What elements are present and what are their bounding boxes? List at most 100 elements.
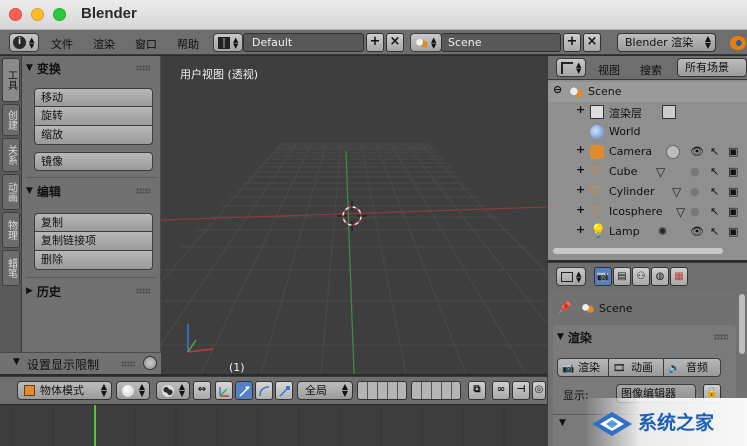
maximize-window-button[interactable] bbox=[53, 8, 66, 21]
outliner-row-camera[interactable]: + Camera 👁 ↖ ▣ bbox=[548, 142, 747, 162]
tab-tools[interactable]: 工具 bbox=[2, 58, 20, 102]
add-screen-button[interactable]: + bbox=[366, 33, 384, 52]
outliner-editor-type-button[interactable]: ▲ ▼ bbox=[556, 58, 586, 77]
outliner-row-icosphere[interactable]: + ▽ Icosphere ▽ ● ↖ ▣ bbox=[548, 202, 747, 222]
grip-icon[interactable] bbox=[136, 65, 150, 71]
transform-orientation-dropdown[interactable]: 全局 ▲ ▼ bbox=[297, 381, 353, 400]
tab-physics[interactable]: 物理 bbox=[2, 212, 20, 248]
minimize-window-button[interactable] bbox=[31, 8, 44, 21]
expand-icon[interactable]: + bbox=[576, 104, 586, 115]
render-context-icon[interactable]: 📷 bbox=[594, 267, 612, 286]
render-engine-dropdown[interactable]: Blender 渲染 ▲ ▼ bbox=[617, 33, 716, 52]
translate-manipulator-icon[interactable] bbox=[235, 381, 253, 400]
scene-field[interactable]: Scene bbox=[441, 33, 561, 52]
render-animation-button[interactable]: 🎞 动画 bbox=[609, 358, 664, 377]
snap-icon[interactable]: ∞ bbox=[492, 381, 510, 400]
expand-icon[interactable]: + bbox=[576, 224, 586, 235]
proportional-edit-icon[interactable]: ◎ bbox=[532, 381, 546, 400]
expand-icon[interactable]: + bbox=[576, 204, 586, 215]
outliner-row-world[interactable]: World bbox=[548, 122, 747, 142]
layer-buttons-group-1[interactable] bbox=[357, 381, 407, 400]
render-camera-icon[interactable]: ▣ bbox=[728, 185, 738, 198]
shading-dropdown[interactable]: ▲ ▼ bbox=[116, 381, 150, 400]
tab-animation[interactable]: 动画 bbox=[2, 174, 20, 210]
menu-window[interactable]: 窗口 bbox=[135, 36, 157, 52]
edit-panel-header[interactable]: ▼ 编辑 bbox=[26, 182, 61, 200]
eye-icon[interactable]: 👁 bbox=[690, 145, 704, 158]
cursor-select-icon[interactable]: ↖ bbox=[710, 205, 719, 218]
eye-icon[interactable]: ● bbox=[690, 165, 700, 178]
render-audio-button[interactable]: 🔊 音频 bbox=[664, 358, 721, 377]
timeline-area[interactable] bbox=[0, 404, 547, 446]
remove-screen-button[interactable]: × bbox=[386, 33, 404, 52]
panel-toggle-button[interactable] bbox=[143, 356, 157, 370]
render-layers-context-icon[interactable]: ▤ bbox=[613, 267, 631, 286]
render-still-button[interactable]: 📷 渲染 bbox=[557, 358, 609, 377]
remove-scene-button[interactable]: × bbox=[583, 33, 601, 52]
mirror-button[interactable]: 镜像 bbox=[34, 152, 153, 171]
render-camera-icon[interactable]: ▣ bbox=[728, 165, 738, 178]
eye-icon[interactable]: ● bbox=[690, 205, 700, 218]
properties-editor-type-button[interactable]: ▲ ▼ bbox=[556, 267, 586, 286]
manipulator-toggle-button[interactable]: ⇔ bbox=[193, 381, 211, 400]
3d-viewport[interactable]: 用户视图 (透视) (1) bbox=[161, 56, 547, 374]
scene-menu[interactable]: ▲ ▼ bbox=[410, 33, 442, 52]
outliner-horizontal-scrollbar[interactable] bbox=[553, 248, 723, 254]
render-camera-icon[interactable]: ▣ bbox=[728, 225, 738, 238]
tab-relations[interactable]: 关系 bbox=[2, 138, 20, 172]
cursor-select-icon[interactable]: ↖ bbox=[710, 185, 719, 198]
grip-icon[interactable] bbox=[121, 361, 135, 367]
rotate-button[interactable]: 旋转 bbox=[34, 107, 153, 126]
transform-panel-header[interactable]: ▼ 变换 bbox=[26, 59, 61, 77]
properties-scrollbar[interactable] bbox=[739, 294, 745, 354]
render-camera-icon[interactable]: ▣ bbox=[728, 145, 738, 158]
close-window-button[interactable] bbox=[9, 8, 22, 21]
outliner-search-menu[interactable]: 搜索 bbox=[640, 62, 662, 78]
layer-buttons-group-2[interactable] bbox=[411, 381, 461, 400]
tab-create[interactable]: 创建 bbox=[2, 104, 20, 136]
duplicate-button[interactable]: 复制 bbox=[34, 213, 153, 232]
render-panel-header[interactable]: ▼ 渲染 bbox=[557, 328, 592, 346]
collapse-icon[interactable]: ⊖ bbox=[553, 84, 563, 95]
delete-button[interactable]: 删除 bbox=[34, 251, 153, 270]
menu-help[interactable]: 帮助 bbox=[177, 36, 199, 52]
duplicate-linked-button[interactable]: 复制链接项 bbox=[34, 232, 153, 251]
world-context-icon[interactable]: ◍ bbox=[651, 267, 669, 286]
grip-icon[interactable] bbox=[714, 334, 728, 340]
interaction-mode-dropdown[interactable]: 物体模式 ▲ ▼ bbox=[17, 381, 112, 400]
outliner-row-lamp[interactable]: + 💡 Lamp ✺ 👁 ↖ ▣ bbox=[548, 222, 747, 242]
eye-icon[interactable]: 👁 bbox=[690, 225, 704, 238]
outliner-row-render-layers[interactable]: + 渲染层 bbox=[548, 102, 747, 122]
display-limit-label[interactable]: 设置显示限制 bbox=[27, 356, 99, 373]
outliner-filter-dropdown[interactable]: 所有场景 bbox=[677, 58, 747, 77]
outliner-row-cube[interactable]: + ▽ Cube ▽ ● ↖ ▣ bbox=[548, 162, 747, 182]
snap-target-icon[interactable]: ⊣ bbox=[512, 381, 530, 400]
scene-context-icon[interactable]: ⚇ bbox=[632, 267, 650, 286]
expand-icon[interactable]: + bbox=[576, 184, 586, 195]
grip-icon[interactable] bbox=[136, 288, 150, 294]
transform-manipulator-icon[interactable] bbox=[215, 381, 233, 400]
lock-layer-icon[interactable]: ⧉ bbox=[468, 381, 486, 400]
menu-file[interactable]: 文件 bbox=[51, 36, 73, 52]
move-button[interactable]: 移动 bbox=[34, 88, 153, 107]
add-scene-button[interactable]: + bbox=[563, 33, 581, 52]
screen-layout-menu[interactable]: ▲ ▼ bbox=[213, 33, 243, 52]
rotate-manipulator-icon[interactable] bbox=[255, 381, 273, 400]
render-camera-icon[interactable]: ▣ bbox=[728, 205, 738, 218]
texture-context-icon[interactable]: ▦ bbox=[670, 267, 688, 286]
expand-icon[interactable]: + bbox=[576, 164, 586, 175]
eye-icon[interactable]: ● bbox=[690, 185, 700, 198]
cursor-select-icon[interactable]: ↖ bbox=[710, 145, 719, 158]
grip-icon[interactable] bbox=[136, 188, 150, 194]
expand-icon[interactable]: + bbox=[576, 144, 586, 155]
outliner-view-menu[interactable]: 视图 bbox=[598, 62, 620, 78]
screen-layout-field[interactable]: Default bbox=[243, 33, 364, 52]
outliner-row-cylinder[interactable]: + ▽ Cylinder ▽ ● ↖ ▣ bbox=[548, 182, 747, 202]
scale-button[interactable]: 缩放 bbox=[34, 126, 153, 145]
tab-grease-pencil[interactable]: 蜡笔 bbox=[2, 250, 20, 286]
history-panel-header[interactable]: ▶ 历史 bbox=[26, 282, 61, 300]
menu-render[interactable]: 渲染 bbox=[93, 36, 115, 52]
pivot-dropdown[interactable]: ▲ ▼ bbox=[156, 381, 190, 400]
outliner-row-scene[interactable]: ⊖ Scene bbox=[548, 82, 747, 102]
scale-manipulator-icon[interactable] bbox=[275, 381, 293, 400]
